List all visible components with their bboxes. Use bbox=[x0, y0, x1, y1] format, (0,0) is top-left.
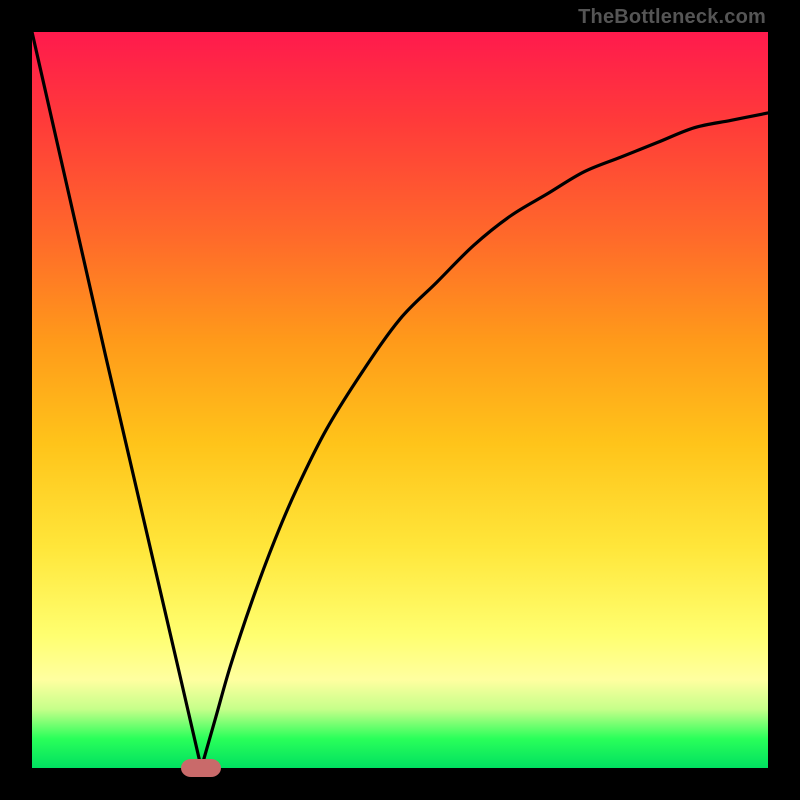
curve-svg bbox=[32, 32, 768, 768]
optimum-marker bbox=[181, 759, 221, 777]
plot-area bbox=[32, 32, 768, 768]
watermark-text: TheBottleneck.com bbox=[578, 6, 766, 29]
chart-frame: TheBottleneck.com bbox=[0, 0, 800, 800]
bottleneck-curve bbox=[32, 32, 768, 768]
